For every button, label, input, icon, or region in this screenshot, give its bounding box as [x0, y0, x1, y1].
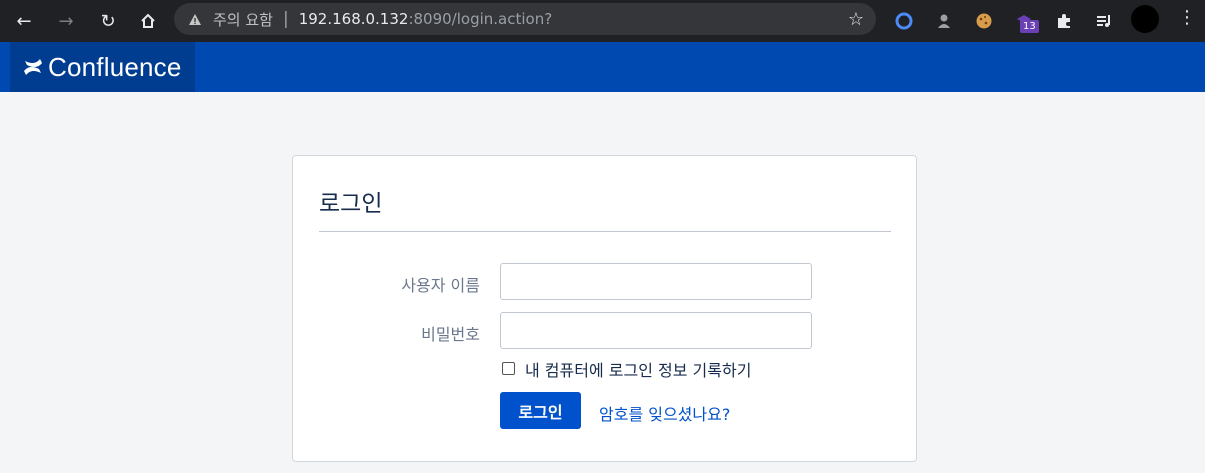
- extension-count-badge: 13: [1020, 20, 1039, 33]
- username-label: 사용자 이름: [401, 276, 480, 295]
- login-panel: 로그인 사용자 이름 비밀번호 내 컴퓨터에 로그인 정보 기록하기 로그인 암…: [292, 155, 917, 462]
- title-divider: [319, 231, 891, 232]
- login-button[interactable]: 로그인: [500, 392, 581, 429]
- confluence-logo[interactable]: Confluence: [10, 42, 195, 92]
- warning-triangle-icon: [187, 11, 203, 27]
- extensions-puzzle-icon[interactable]: [1051, 8, 1077, 34]
- password-label: 비밀번호: [421, 325, 480, 344]
- confluence-logo-icon: [24, 59, 42, 75]
- password-input[interactable]: [500, 312, 812, 349]
- media-queue-icon[interactable]: [1091, 8, 1117, 34]
- username-input[interactable]: [500, 263, 812, 300]
- confluence-header: Confluence: [0, 42, 1205, 92]
- remember-me-label[interactable]: 내 컴퓨터에 로그인 정보 기록하기: [525, 357, 751, 381]
- url-path: :8090/login.action?: [408, 10, 553, 28]
- forgot-password-link[interactable]: 암호를 잊으셨나요?: [599, 401, 730, 425]
- url-host: 192.168.0.132: [298, 10, 409, 28]
- extension-g-icon[interactable]: [891, 8, 917, 34]
- browser-toolbar: ← → ↻ 주의 요함 | 192.168.0.132:8090/login.a…: [0, 0, 1205, 42]
- reload-icon[interactable]: ↻: [93, 6, 123, 36]
- url-separator: |: [282, 9, 289, 29]
- extension-spy-icon[interactable]: [931, 8, 957, 34]
- bookmark-star-icon[interactable]: ☆: [848, 9, 864, 30]
- page-title: 로그인: [319, 191, 383, 217]
- browser-menu-icon[interactable]: ⋮: [1178, 7, 1196, 28]
- cookie-icon[interactable]: [971, 8, 997, 34]
- security-warning-text: 주의 요함: [213, 10, 273, 29]
- app-name: Confluence: [48, 51, 182, 82]
- address-bar[interactable]: 주의 요함 | 192.168.0.132:8090/login.action?…: [174, 3, 876, 35]
- remember-me-checkbox[interactable]: [502, 362, 515, 375]
- profile-avatar[interactable]: [1131, 5, 1159, 33]
- forward-arrow-icon[interactable]: →: [51, 6, 81, 36]
- home-icon[interactable]: [133, 6, 163, 36]
- back-arrow-icon[interactable]: ←: [9, 6, 39, 36]
